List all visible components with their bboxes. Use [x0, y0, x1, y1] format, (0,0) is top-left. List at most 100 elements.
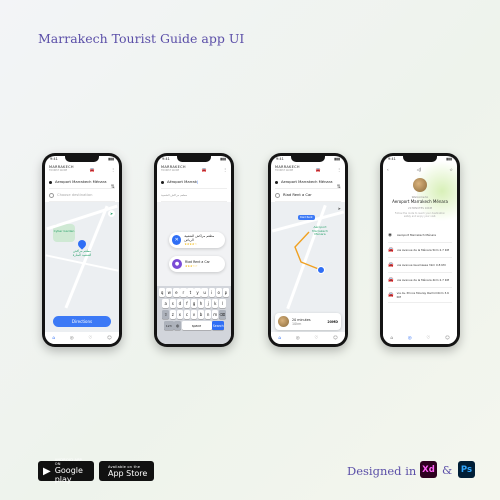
key-y[interactable]: y [194, 288, 201, 297]
key-o[interactable]: o [215, 288, 222, 297]
explore-tab-icon[interactable]: ◎ [70, 336, 74, 341]
directions-button[interactable]: Directions [53, 316, 111, 327]
key-e[interactable]: e [173, 288, 180, 297]
destination-field[interactable]: Riad Rent a Car [275, 189, 341, 202]
brand-subtitle: TOURIST GUIDE [49, 169, 68, 172]
destination-dot-icon [275, 192, 280, 198]
profile-tab-icon[interactable]: ☺ [333, 336, 338, 341]
key-v[interactable]: v [190, 310, 198, 319]
route-panel: Aéroport Marrak | مطعم مراكش الشعبية [161, 176, 227, 202]
menu-icon[interactable]: ⋮ [223, 167, 227, 172]
route-step[interactable]: ◉ Aeroport Marrakech Ménara [388, 228, 452, 243]
notch [65, 156, 99, 162]
origin-field[interactable]: Aéroport Marrak | [161, 176, 227, 189]
screen-home: 9:41 ▮▮▮ MARRAKECH TOURIST GUIDE 🚘 ⋮ Aer… [45, 156, 119, 344]
key-a[interactable]: a [162, 299, 169, 308]
swap-icon[interactable]: ⇅ [111, 184, 115, 190]
brand-subtitle: TOURIST GUIDE [161, 169, 180, 172]
suggestion-item[interactable]: ✕ مطعم مراكش الشعبية الرياض ★★★★☆ [169, 232, 225, 248]
locate-icon[interactable]: ➤ [338, 206, 341, 211]
backspace-key-icon[interactable]: ⌫ [219, 310, 226, 319]
car-icon[interactable]: 🚘 [90, 167, 95, 172]
search-key[interactable]: Search [212, 321, 225, 330]
key-c[interactable]: c [183, 310, 191, 319]
close-icon: ✕ [172, 235, 182, 245]
key-s[interactable]: s [169, 299, 176, 308]
location-pin-icon[interactable] [76, 238, 88, 250]
audio-icon[interactable]: ◁) [417, 167, 422, 172]
key-t[interactable]: t [187, 288, 194, 297]
globe-key-icon[interactable]: ◍ [174, 321, 181, 330]
key-l[interactable]: l [219, 299, 226, 308]
key-r[interactable]: r [180, 288, 187, 297]
google-play-badge[interactable]: ▶ ANDROID APP ON Google play [38, 458, 94, 484]
app-store-badge[interactable]: Available on the App Store [99, 461, 154, 481]
map-view[interactable]: Cyber Garden ➤ مطعم مراكش الشعبية المنار… [45, 202, 119, 332]
status-time: 9:41 [162, 157, 170, 161]
key-h[interactable]: h [197, 299, 205, 308]
car-icon: 🚘 [388, 247, 394, 253]
trip-info-card[interactable]: 20 minutes 10km 20MD [275, 313, 341, 330]
profile-tab-icon[interactable]: ☺ [107, 336, 112, 341]
destination-field[interactable]: Choose destination [49, 189, 115, 202]
key-f[interactable]: f [183, 299, 191, 308]
key-g[interactable]: g [190, 299, 198, 308]
origin-field[interactable]: Aeroport Marrakech Ménara [49, 176, 115, 189]
home-tab-icon[interactable]: ⌂ [52, 336, 55, 341]
key-i[interactable]: i [208, 288, 215, 297]
favorites-tab-icon[interactable]: ♡ [314, 336, 318, 341]
key-m[interactable]: m [212, 310, 219, 319]
favorites-tab-icon[interactable]: ♡ [88, 336, 92, 341]
app-store-label: App Store [108, 468, 148, 478]
route-step[interactable]: 🚘 via Avenue Guemassa 3km 0.8 KM [388, 258, 452, 273]
explore-tab-icon[interactable]: ◎ [408, 336, 412, 341]
route-step[interactable]: 🚘 via Avenue de la Ménara 4km 2.7 KM [388, 273, 452, 288]
brand-logo: MARRAKECH TOURIST GUIDE [49, 165, 74, 173]
key-x[interactable]: x [176, 310, 184, 319]
car-icon[interactable]: 🚘 [202, 167, 207, 172]
rating-stars: ★★★★☆ [184, 242, 197, 246]
signal-icon: ▮▮▮ [334, 157, 340, 161]
route-step[interactable]: 🚘 via Av. Prince Moulay Rachid 6km 3.6 KM [388, 288, 452, 303]
signal-icon: ▮▮▮ [446, 157, 452, 161]
key-n[interactable]: n [204, 310, 212, 319]
suggestion-item[interactable]: ● Riad Rent a Car ★★★☆☆ [169, 256, 225, 272]
shift-key-icon[interactable]: ⇧ [162, 310, 169, 319]
swap-icon[interactable]: ⇅ [337, 184, 341, 190]
key-b[interactable]: b [197, 310, 205, 319]
profile-tab-icon[interactable]: ☺ [445, 336, 450, 341]
key-z[interactable]: z [169, 310, 176, 319]
destination-tag: Riad Rent [298, 215, 315, 220]
origin-field[interactable]: Aeroport Marrakech Ménara [275, 176, 341, 189]
key-k[interactable]: k [212, 299, 219, 308]
explore-tab-icon[interactable]: ◎ [296, 336, 300, 341]
route-line [294, 231, 322, 271]
car-icon[interactable]: 🚘 [316, 167, 321, 172]
status-time: 9:41 [388, 157, 396, 161]
home-tab-icon[interactable]: ⌂ [390, 336, 393, 341]
key-q[interactable]: q [158, 288, 166, 297]
key-j[interactable]: j [204, 299, 212, 308]
menu-icon[interactable]: ⋮ [337, 167, 341, 172]
key-d[interactable]: d [176, 299, 184, 308]
phone-route: 9:41 ▮▮▮ MARRAKECH TOURIST GUIDE 🚘 ⋮ Aer… [268, 153, 348, 347]
place-name: Aeroport Marrakech Ménara [392, 199, 448, 204]
adobe-xd-icon: Xd [420, 461, 437, 478]
status-time: 9:41 [276, 157, 284, 161]
google-play-label: Google play [54, 466, 83, 484]
locate-icon[interactable]: ➤ [108, 210, 115, 217]
page-title: Marrakech Tourist Guide app UI [38, 31, 245, 46]
home-tab-icon[interactable]: ⌂ [278, 336, 281, 341]
star-icon[interactable]: ☆ [449, 167, 453, 172]
numbers-key[interactable]: 123 [163, 321, 174, 330]
key-p[interactable]: p [222, 288, 230, 297]
route-step[interactable]: 🚘 via Avenue de la Ménara 5km 2.7 KM [388, 243, 452, 258]
menu-icon[interactable]: ⋮ [111, 167, 115, 172]
favorites-tab-icon[interactable]: ♡ [426, 336, 430, 341]
back-arrow-icon[interactable]: ‹ [387, 167, 389, 172]
key-u[interactable]: u [201, 288, 208, 297]
key-w[interactable]: w [166, 288, 173, 297]
space-key[interactable]: space [181, 321, 212, 330]
phone-home-map: 9:41 ▮▮▮ MARRAKECH TOURIST GUIDE 🚘 ⋮ Aer… [42, 153, 122, 347]
play-icon: ▶ [43, 465, 51, 477]
